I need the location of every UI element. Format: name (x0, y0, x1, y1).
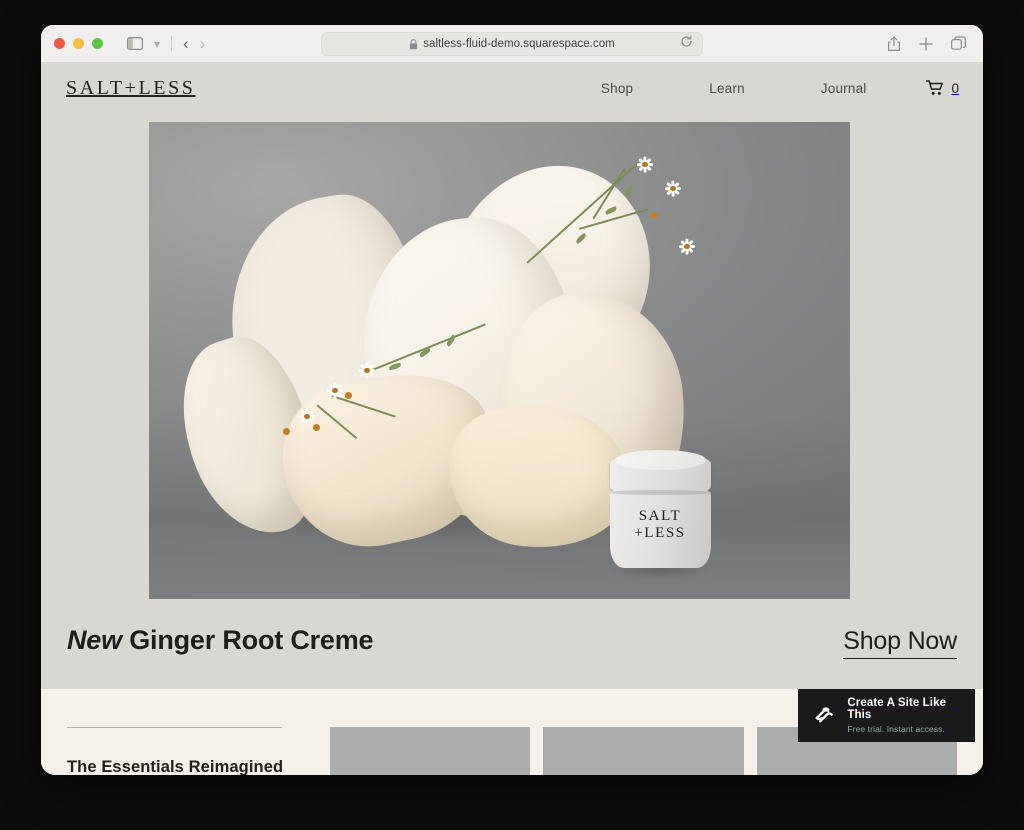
reload-icon[interactable] (680, 35, 693, 53)
forward-button[interactable]: › (200, 35, 206, 52)
hero-headline-emphasis: New (67, 625, 122, 655)
essentials-heading-block: The Essentials Reimagined (67, 727, 330, 775)
squarespace-logo-icon (812, 702, 836, 729)
jar-seam (610, 490, 711, 495)
squarespace-promo-badge[interactable]: Create A Site Like This Free trial. Inst… (798, 689, 975, 742)
url-display: saltless-fluid-demo.squarespace.com (409, 38, 615, 50)
hero-image-wrap: SALT +LESS (41, 113, 983, 599)
jar-label-line1: SALT (608, 508, 713, 525)
back-button[interactable]: ‹ (183, 35, 189, 52)
browser-window: ▾ ‹ › saltless-fluid-demo.squarespace.co… (41, 25, 983, 775)
device-frame: ▾ ‹ › saltless-fluid-demo.squarespace.co… (0, 0, 1024, 830)
site-logo[interactable]: SALT+LESS (66, 77, 196, 100)
lock-icon (409, 39, 418, 50)
hero-headline-rest: Ginger Root Creme (129, 625, 373, 655)
main-navigation: Shop Learn Journal 0 (563, 80, 959, 96)
nav-item-shop[interactable]: Shop (563, 81, 671, 96)
shop-now-link[interactable]: Shop Now (843, 627, 957, 659)
hero-product-image[interactable]: SALT +LESS (149, 122, 850, 599)
cart-count: 0 (951, 81, 959, 96)
nav-item-journal[interactable]: Journal (783, 81, 905, 96)
site-header: SALT+LESS Shop Learn Journal 0 (41, 63, 983, 113)
jar-label: SALT +LESS (608, 508, 713, 542)
essentials-divider (67, 727, 282, 728)
nav-item-learn[interactable]: Learn (671, 81, 783, 96)
browser-toolbar: ▾ ‹ › saltless-fluid-demo.squarespace.co… (41, 25, 983, 63)
jar-lid-top (615, 450, 706, 470)
url-text: saltless-fluid-demo.squarespace.com (423, 38, 615, 50)
product-tile-1[interactable] (330, 727, 530, 775)
squarespace-promo-title: Create A Site Like This (847, 697, 961, 721)
jar-label-line2: +LESS (608, 525, 713, 542)
squarespace-promo-subtitle: Free trial. Instant access. (847, 724, 961, 734)
squarespace-promo-text: Create A Site Like This Free trial. Inst… (847, 697, 961, 734)
hero-section: SALT+LESS Shop Learn Journal 0 (41, 63, 983, 689)
share-icon[interactable] (887, 36, 901, 52)
sidebar-icon[interactable] (127, 37, 143, 50)
plus-icon[interactable] (919, 37, 933, 51)
toolbar-divider (171, 36, 172, 51)
copy-tabs-icon[interactable] (951, 36, 966, 51)
hero-caption: New Ginger Root Creme Shop Now (41, 599, 983, 689)
toolbar-right-controls (887, 36, 970, 52)
traffic-lights (54, 38, 103, 49)
close-window-button[interactable] (54, 38, 65, 49)
product-tile-2[interactable] (543, 727, 743, 775)
website-viewport: SALT+LESS Shop Learn Journal 0 (41, 63, 983, 775)
product-jar: SALT +LESS (608, 452, 713, 574)
minimize-window-button[interactable] (73, 38, 84, 49)
cart-button[interactable]: 0 (904, 80, 959, 96)
toolbar-left-controls: ▾ ‹ › (54, 35, 205, 52)
hero-headline: New Ginger Root Creme (67, 625, 373, 656)
chamomile-sprig-top (519, 142, 719, 302)
chevron-down-icon[interactable]: ▾ (154, 38, 160, 50)
address-bar[interactable]: saltless-fluid-demo.squarespace.com (321, 32, 703, 56)
essentials-title: The Essentials Reimagined (67, 758, 310, 775)
shopping-cart-icon (926, 80, 945, 96)
maximize-window-button[interactable] (92, 38, 103, 49)
chamomile-sprig-bottom (269, 332, 499, 452)
